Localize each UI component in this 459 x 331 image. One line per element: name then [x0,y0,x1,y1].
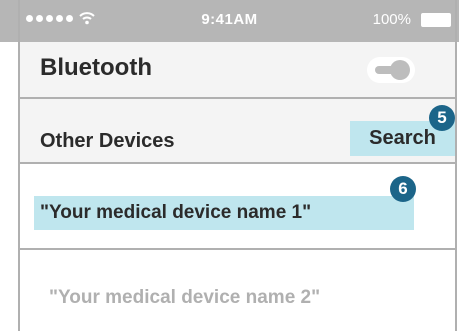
toggle-knob [390,60,410,80]
device-row-1: "Your medical device name 1" [20,164,455,250]
device-item-2[interactable]: "Your medical device name 2" [49,287,320,309]
status-bar: 9:41AM 100% [0,0,459,42]
annotation-badge-6: 6 [390,176,416,202]
other-devices-row: Other Devices Search [20,99,455,164]
battery-percent: 100% [372,11,411,28]
phone-screen: 9:41AM 100% Bluetooth Other Devices Sear… [0,0,459,331]
frame-right-edge [455,0,457,331]
bluetooth-toggle[interactable] [367,57,415,83]
bluetooth-row: Bluetooth [20,42,455,99]
other-devices-label: Other Devices [40,130,175,152]
annotation-badge-5: 5 [429,105,455,131]
status-right: 100% [373,11,451,28]
frame-left-edge [18,0,20,331]
battery-icon [421,12,451,27]
device-row-2: "Your medical device name 2" [20,250,455,331]
device-item-1[interactable]: "Your medical device name 1" [34,196,414,230]
bluetooth-label: Bluetooth [40,54,152,81]
